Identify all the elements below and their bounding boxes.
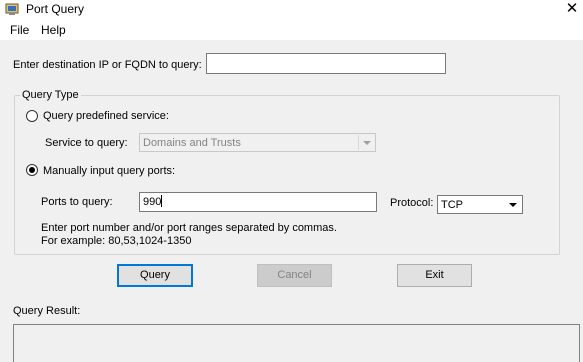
chevron-down-icon [505,197,521,212]
menu-help[interactable]: Help [41,22,66,38]
query-button[interactable]: Query [117,264,193,287]
menu-bar: File Help [0,19,583,40]
protocol-select-value: TCP [441,199,463,211]
ports-input-value: 990 [143,196,162,208]
query-type-title: Query Type [20,89,81,102]
text-caret [161,195,163,207]
close-icon[interactable]: ✕ [563,0,581,18]
destination-label: Enter destination IP or FQDN to query: [13,59,202,71]
hint-line-1: Enter port number and/or port ranges sep… [41,222,337,234]
service-select[interactable]: Domains and Trusts [139,133,376,152]
exit-button[interactable]: Exit [397,264,472,287]
manual-ports-label: Manually input query ports: [43,165,176,177]
hint-line-2: For example: 80,53,1024-1350 [41,235,192,247]
ports-to-query-label: Ports to query: [41,196,113,208]
destination-input[interactable] [206,53,446,74]
service-select-value: Domains and Trusts [143,137,241,149]
protocol-select[interactable]: TCP [437,195,523,214]
query-result-output[interactable] [13,324,580,362]
query-result-label: Query Result: [13,305,81,317]
app-icon [5,3,19,15]
title-bar: Port Query ✕ [0,0,583,19]
manual-ports-radio[interactable] [26,164,38,176]
menu-file[interactable]: File [10,22,29,38]
chevron-down-icon [358,135,374,150]
cancel-button[interactable]: Cancel [257,264,332,287]
window-title: Port Query [26,2,85,16]
predefined-service-label: Query predefined service: [43,110,169,122]
predefined-service-radio[interactable] [26,110,38,122]
protocol-label: Protocol: [390,197,434,209]
ports-input[interactable]: 990 [139,192,377,212]
service-to-query-label: Service to query: [45,137,128,149]
port-query-window: Port Query ✕ File Help Enter destination… [0,0,583,362]
